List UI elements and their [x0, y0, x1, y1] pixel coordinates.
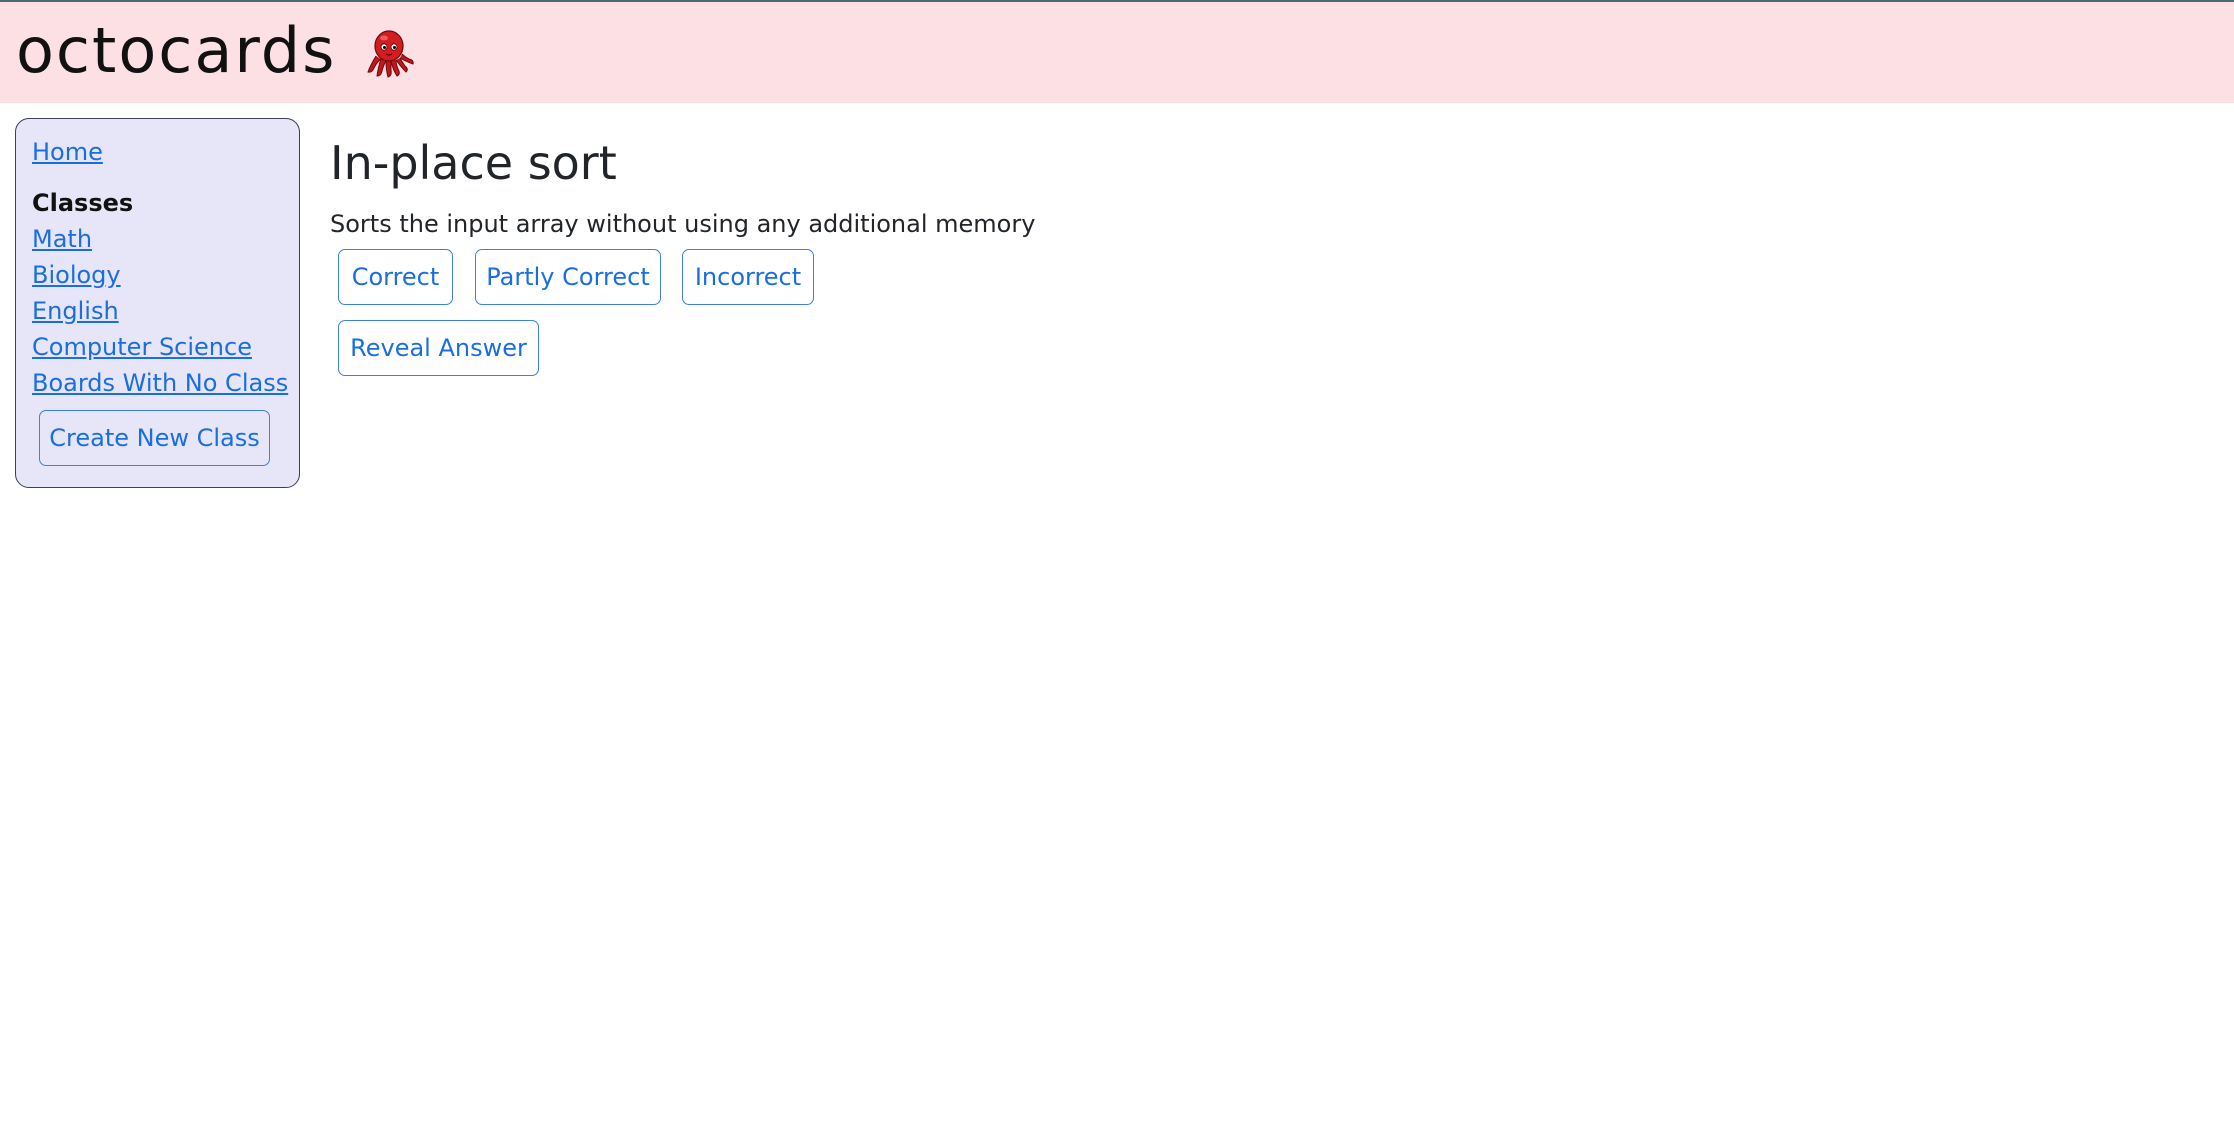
- create-new-class-button[interactable]: Create New Class: [39, 410, 270, 466]
- sidebar-heading-classes: Classes: [32, 189, 134, 217]
- sidebar-link-home[interactable]: Home: [32, 137, 103, 167]
- top-header: octocards: [0, 0, 2234, 103]
- correct-button[interactable]: Correct: [338, 249, 453, 305]
- sidebar-item-computer-science[interactable]: Computer Science: [32, 332, 252, 362]
- incorrect-button[interactable]: Incorrect: [682, 249, 814, 305]
- octopus-icon: [367, 30, 414, 78]
- sidebar-item-math[interactable]: Math: [32, 224, 92, 254]
- reveal-answer-button[interactable]: Reveal Answer: [338, 320, 539, 376]
- sidebar-item-biology[interactable]: Biology: [32, 260, 121, 290]
- app-title[interactable]: octocards: [16, 14, 336, 88]
- sidebar-item-english[interactable]: English: [32, 296, 119, 326]
- sidebar-item-boards-with-no-class[interactable]: Boards With No Class: [32, 368, 288, 398]
- partly-correct-button[interactable]: Partly Correct: [475, 249, 661, 305]
- sidebar: Home Classes Math Biology English Comput…: [15, 118, 300, 488]
- card-title: In-place sort: [330, 136, 617, 190]
- card-description: Sorts the input array without using any …: [330, 210, 1036, 238]
